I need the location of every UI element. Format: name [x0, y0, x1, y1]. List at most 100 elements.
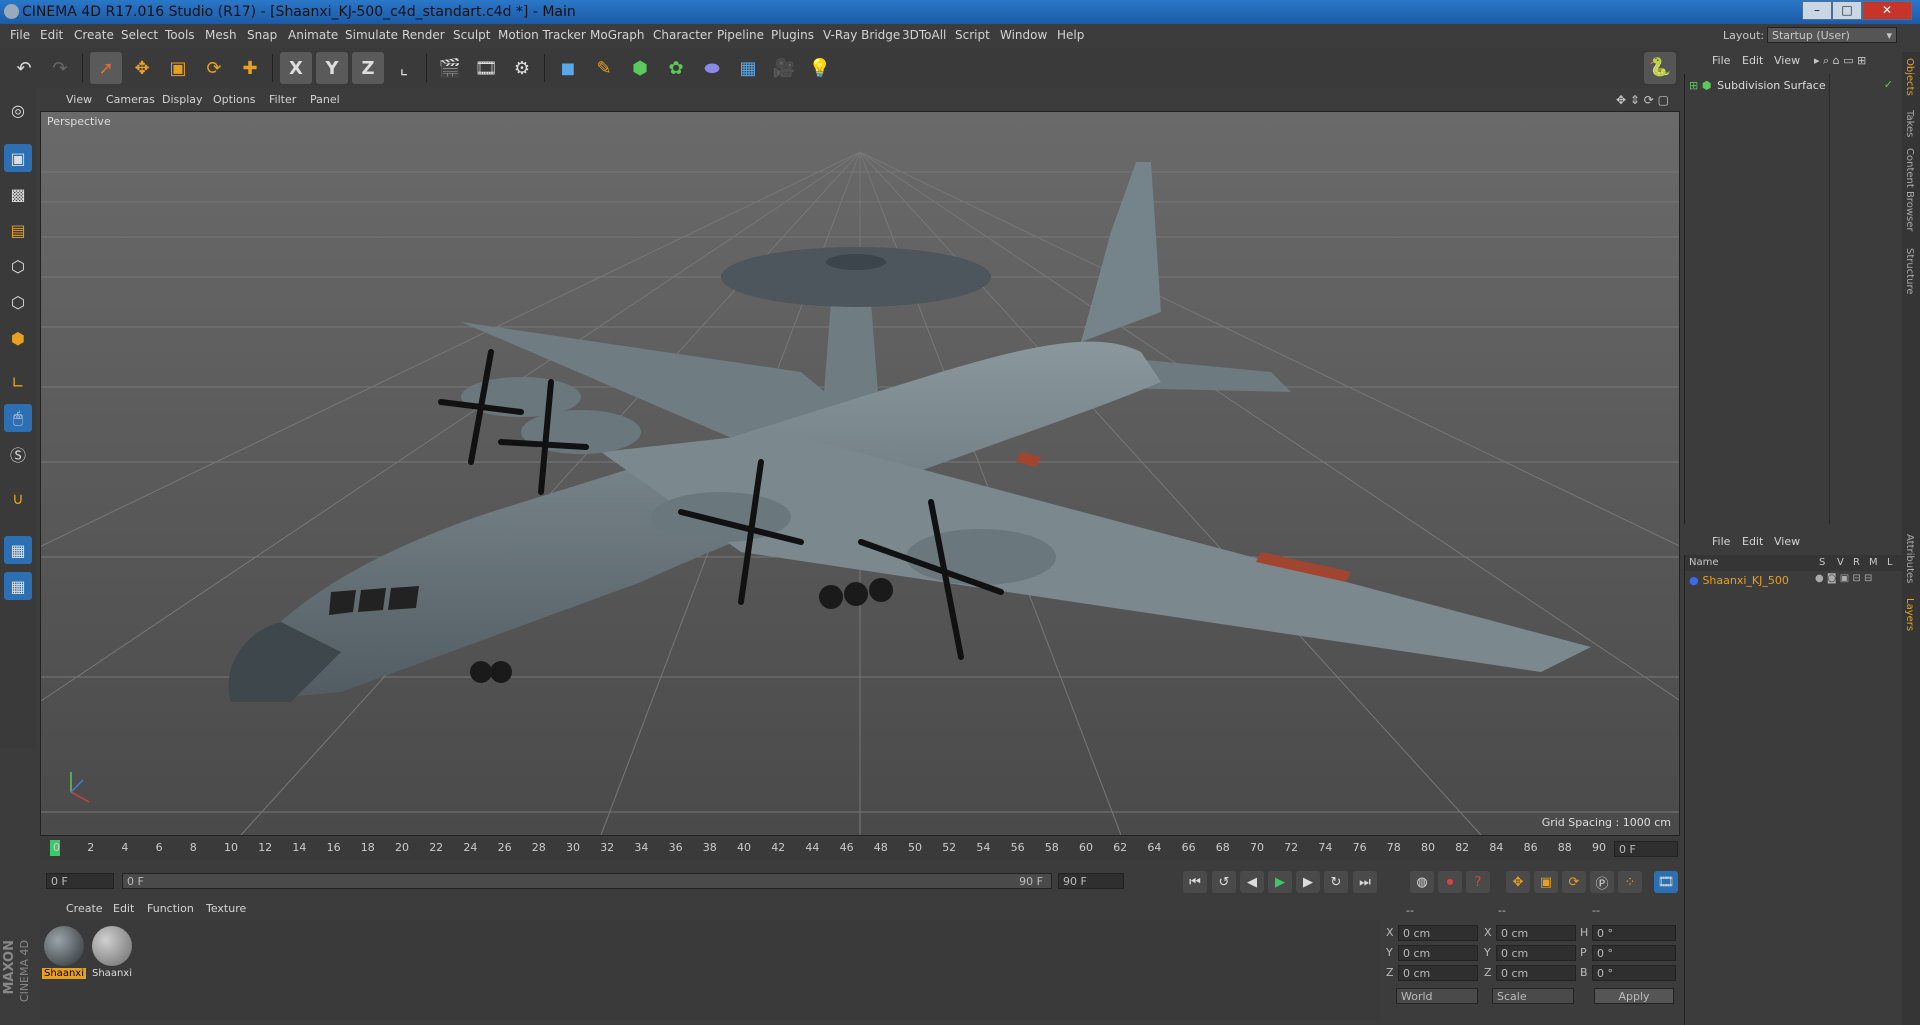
rotation-h-field[interactable]: 0 ° — [1592, 925, 1676, 941]
model-mode-button[interactable]: ▣ — [4, 144, 32, 172]
start-frame-field[interactable]: 0 F — [46, 873, 114, 889]
deformer-button[interactable]: ⬬ — [696, 52, 728, 84]
layer-menu-file[interactable]: File — [1712, 535, 1730, 548]
key-scale-button[interactable]: ▣ — [1534, 871, 1558, 893]
autokey-button[interactable]: ⏺ — [1438, 871, 1462, 893]
menu-create[interactable]: Create — [74, 28, 114, 42]
menu-plugins[interactable]: Plugins — [771, 28, 814, 42]
render-settings-button[interactable]: ⚙ — [506, 52, 538, 84]
coordinate-space-dropdown[interactable]: World — [1396, 988, 1478, 1004]
size-z-field[interactable]: 0 cm — [1496, 965, 1576, 981]
key-parameter-button[interactable]: Ⓟ — [1590, 871, 1614, 893]
render-view-button[interactable]: 🎬 — [434, 52, 466, 84]
viewport-menu-view[interactable]: View — [66, 93, 92, 106]
menu-vray-bridge[interactable]: V-Ray Bridge — [823, 28, 900, 42]
tab-content-browser[interactable]: Content Browser — [1904, 148, 1915, 231]
spline-pen-button[interactable]: ✎ — [588, 52, 620, 84]
scale-button[interactable]: ▣ — [162, 52, 194, 84]
viewport-menu-filter[interactable]: Filter — [269, 93, 296, 106]
viewport-menu-options[interactable]: Options — [213, 93, 255, 106]
size-y-field[interactable]: 0 cm — [1496, 945, 1576, 961]
minimize-button[interactable]: – — [1802, 1, 1832, 20]
position-z-field[interactable]: 0 cm — [1398, 965, 1478, 981]
polygons-mode-button[interactable]: ⬢ — [4, 324, 32, 352]
z-axis-lock-button[interactable]: Z — [352, 52, 384, 84]
tweak-mode-button[interactable]: 🖱 — [4, 404, 32, 432]
render-picture-viewer-button[interactable]: 🎞 — [470, 52, 502, 84]
tab-takes[interactable]: Takes — [1904, 110, 1915, 137]
move-button[interactable]: ✥ — [126, 52, 158, 84]
object-menu-file[interactable]: File — [1712, 54, 1730, 67]
menu-motion-tracker[interactable]: Motion Tracker — [498, 28, 586, 42]
cloner-button[interactable]: ✿ — [660, 52, 692, 84]
menu-mograph[interactable]: MoGraph — [590, 28, 645, 42]
record-keys-button[interactable]: ◍ — [1410, 871, 1434, 893]
check-icon[interactable]: ✓ — [1884, 78, 1893, 91]
object-row[interactable]: ⊞ ⬢ Subdivision Surface ✓ — [1689, 78, 1899, 94]
apply-button[interactable]: Apply — [1594, 988, 1674, 1004]
menu-select[interactable]: Select — [121, 28, 158, 42]
material-menu-function[interactable]: Function — [147, 902, 194, 915]
enable-axis-button[interactable]: ∟ — [4, 368, 32, 396]
menu-edit[interactable]: Edit — [40, 28, 63, 42]
object-menu-view[interactable]: View — [1774, 54, 1800, 67]
coordinate-system-button[interactable]: ⌞ — [388, 52, 420, 84]
floor-button[interactable]: ▦ — [732, 52, 764, 84]
rotation-b-field[interactable]: 0 ° — [1592, 965, 1676, 981]
menu-character[interactable]: Character — [653, 28, 712, 42]
points-mode-button[interactable]: ⬡ — [4, 252, 32, 280]
position-y-field[interactable]: 0 cm — [1398, 945, 1478, 961]
tab-objects[interactable]: Objects — [1904, 58, 1915, 96]
material-swatch[interactable]: Shaanxi — [42, 924, 86, 984]
menu-snap[interactable]: Snap — [247, 28, 277, 42]
material-menu-edit[interactable]: Edit — [113, 902, 134, 915]
tab-structure[interactable]: Structure — [1904, 248, 1915, 295]
size-x-field[interactable]: 0 cm — [1496, 925, 1576, 941]
menu-file[interactable]: File — [10, 28, 30, 42]
key-pla-button[interactable]: ⁘ — [1618, 871, 1642, 893]
y-axis-lock-button[interactable]: Y — [316, 52, 348, 84]
make-editable-button[interactable]: ◎ — [4, 96, 32, 124]
frame-range-slider[interactable]: 0 F 90 F — [122, 873, 1052, 889]
viewport-menu-display[interactable]: Display — [162, 93, 203, 106]
menu-sculpt[interactable]: Sculpt — [453, 28, 490, 42]
keyframe-selection-button[interactable]: ? — [1466, 871, 1490, 893]
add-transform-button[interactable]: ✚ — [234, 52, 266, 84]
3d-viewport[interactable]: Perspective Grid Spacing : 1000 cm — [40, 111, 1680, 836]
go-to-end-button[interactable]: ⏭ — [1353, 871, 1377, 893]
material-swatch[interactable]: Shaanxi — [90, 924, 134, 984]
light-button[interactable]: 💡 — [804, 52, 836, 84]
close-button[interactable]: ✕ — [1862, 1, 1912, 20]
lock-workplane-button[interactable]: ▦ — [4, 536, 32, 564]
layer-row[interactable]: ● Shaanxi_KJ_500 ● ◙ ▣ ⊟ ⊟ — [1689, 573, 1899, 589]
menu-pipeline[interactable]: Pipeline — [717, 28, 764, 42]
magnet-button[interactable]: ∪ — [4, 484, 32, 512]
live-selection-button[interactable]: ➚ — [90, 52, 122, 84]
camera-button[interactable]: 🎥 — [768, 52, 800, 84]
material-menu-create[interactable]: Create — [66, 902, 103, 915]
layout-dropdown[interactable]: Startup (User) ▾ — [1767, 27, 1897, 43]
menu-help[interactable]: Help — [1057, 28, 1084, 42]
material-menu-texture[interactable]: Texture — [206, 902, 246, 915]
layer-toggle-icons[interactable]: ● ◙ ▣ ⊟ ⊟ — [1815, 573, 1872, 584]
object-menu-edit[interactable]: Edit — [1742, 54, 1763, 67]
next-frame-button[interactable]: ▶ — [1296, 871, 1320, 893]
key-position-button[interactable]: ✥ — [1506, 871, 1530, 893]
viewport-menu-cameras[interactable]: Cameras — [106, 93, 155, 106]
play-button[interactable]: ▶ — [1268, 871, 1292, 893]
end-frame-field[interactable]: 90 F — [1058, 873, 1124, 889]
rotation-p-field[interactable]: 0 ° — [1592, 945, 1676, 961]
undo-button[interactable]: ↶ — [8, 52, 40, 84]
layer-menu-edit[interactable]: Edit — [1742, 535, 1763, 548]
menu-window[interactable]: Window — [1000, 28, 1047, 42]
go-to-start-button[interactable]: ⏮ — [1183, 871, 1207, 893]
menu-tools[interactable]: Tools — [165, 28, 195, 42]
x-axis-lock-button[interactable]: X — [280, 52, 312, 84]
timeline-window-button[interactable]: 🎞 — [1654, 871, 1678, 893]
tab-attributes[interactable]: Attributes — [1904, 534, 1915, 583]
snap-button[interactable]: Ⓢ — [4, 440, 32, 468]
menu-simulate[interactable]: Simulate — [345, 28, 398, 42]
position-x-field[interactable]: 0 cm — [1398, 925, 1478, 941]
key-rotation-button[interactable]: ⟳ — [1562, 871, 1586, 893]
cube-primitive-button[interactable]: ◼ — [552, 52, 584, 84]
